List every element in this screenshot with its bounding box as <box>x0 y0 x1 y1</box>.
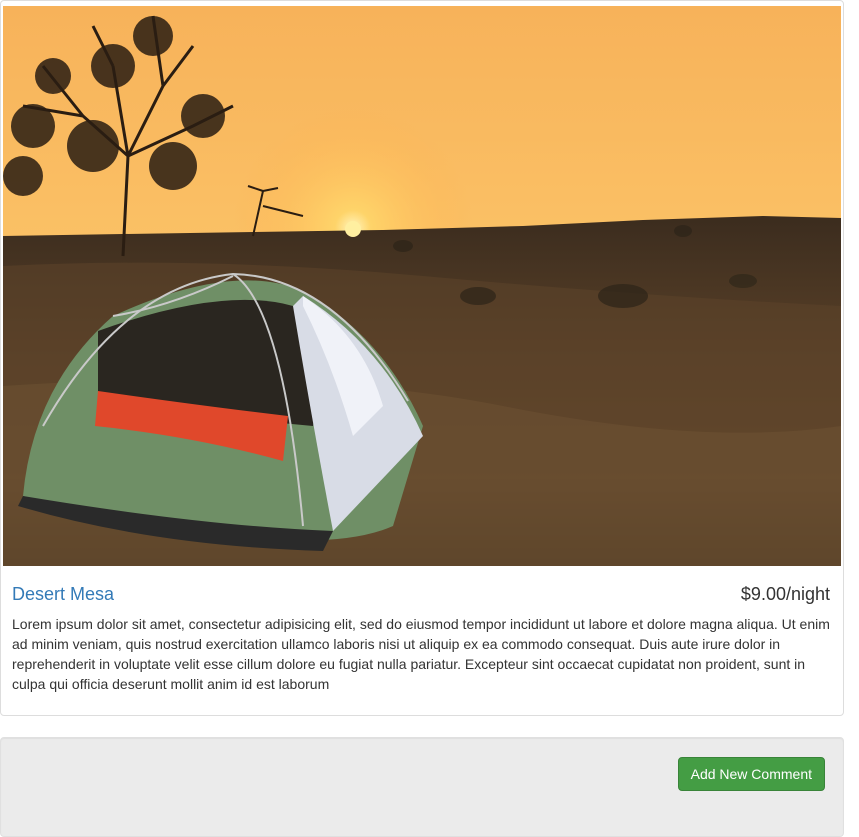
campground-card: Desert Mesa $9.00/night Lorem ipsum dolo… <box>0 0 844 716</box>
campground-title-link[interactable]: Desert Mesa <box>12 583 114 605</box>
add-new-comment-button[interactable]: Add New Comment <box>677 757 825 791</box>
comments-section: Add New Comment <box>0 737 844 837</box>
campground-description: Lorem ipsum dolor sit amet, consectetur … <box>12 616 830 692</box>
campground-price: $9.00/night <box>740 584 830 604</box>
campground-photo <box>3 6 841 566</box>
